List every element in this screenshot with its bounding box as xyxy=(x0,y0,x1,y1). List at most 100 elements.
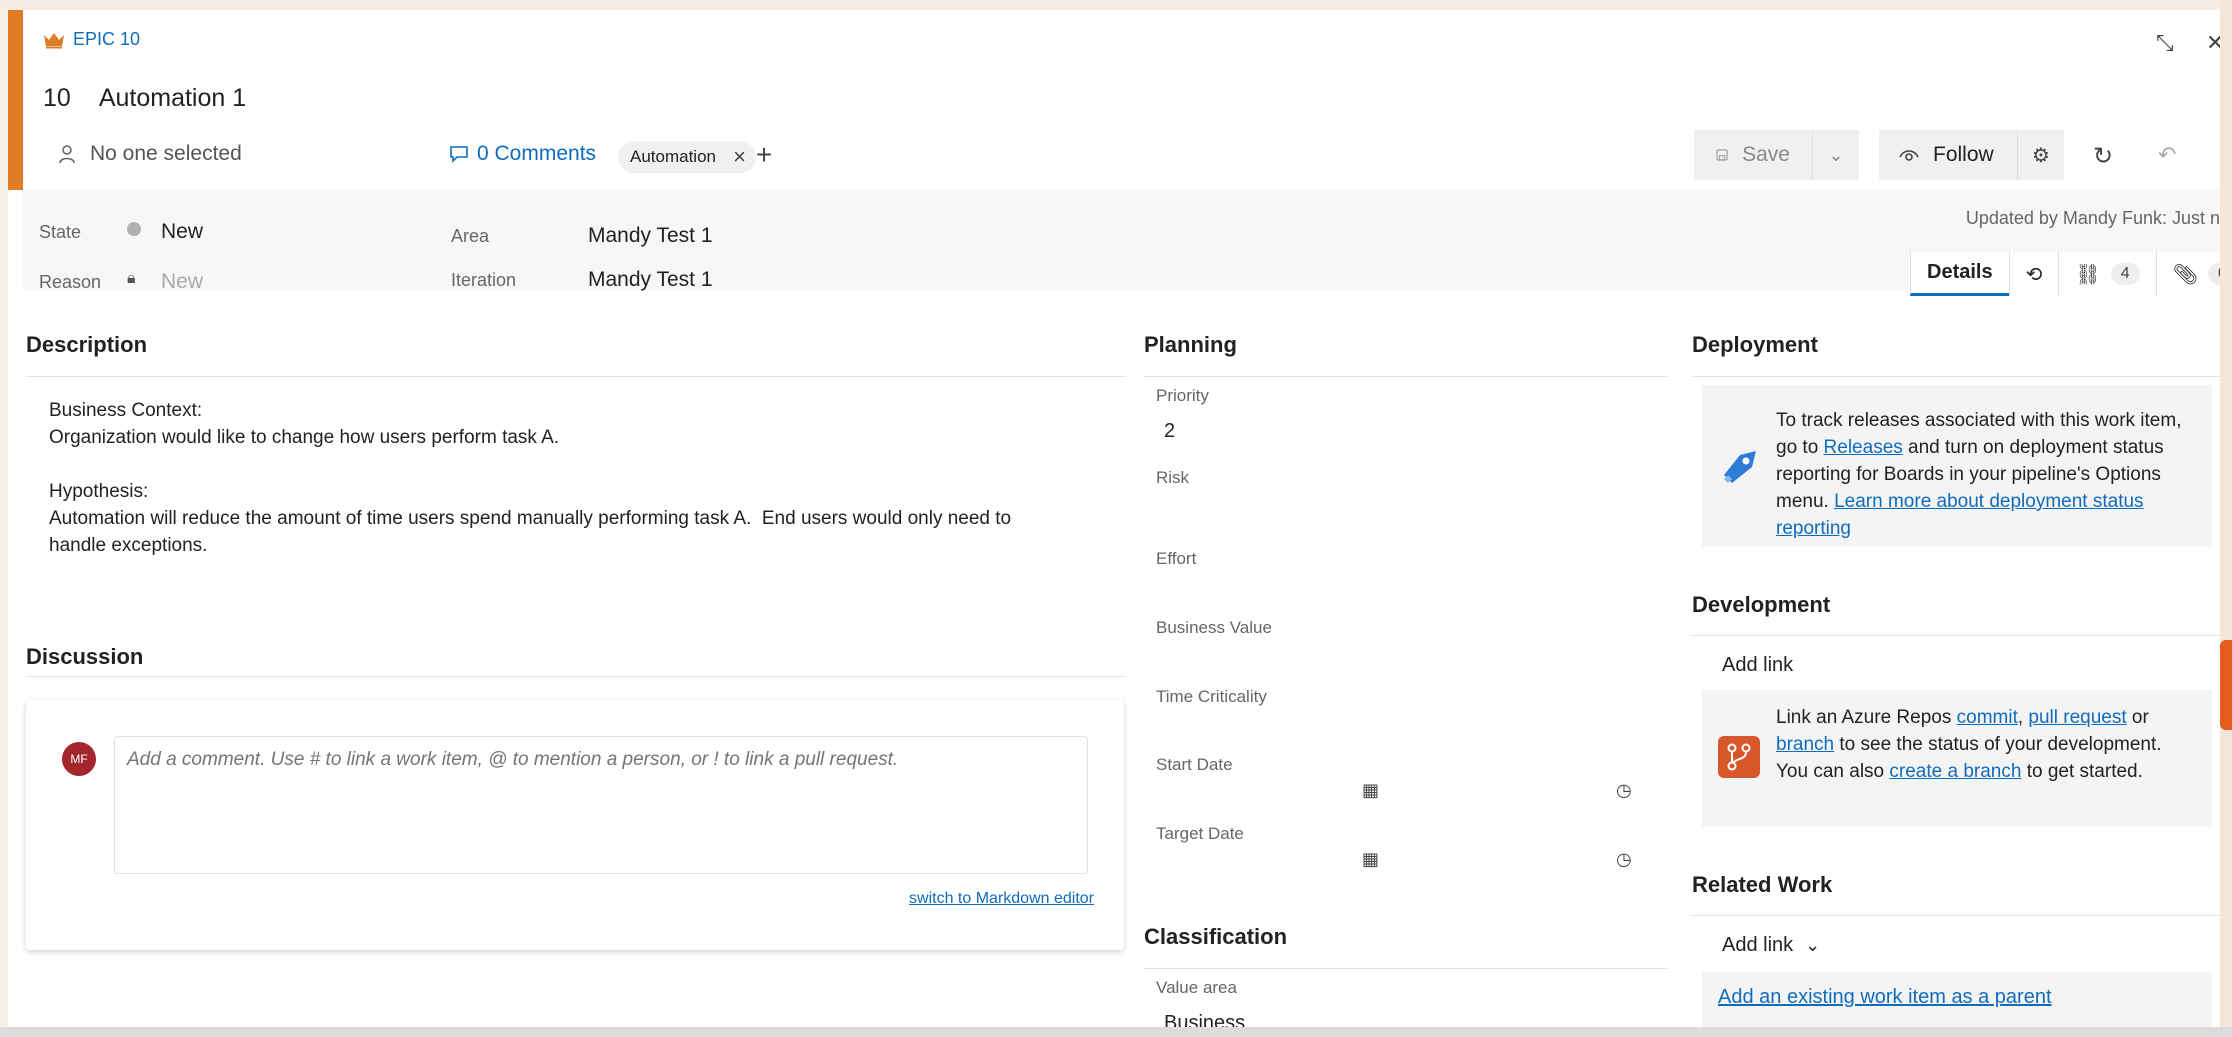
reason-label: Reason xyxy=(39,272,102,292)
save-button[interactable]: Save xyxy=(1694,130,1813,180)
assignee-picker[interactable]: No one selected xyxy=(58,142,242,166)
link-icon: ⛓ xyxy=(2075,263,2101,286)
commit-link[interactable]: commit xyxy=(1957,707,2018,728)
gear-icon[interactable]: ⚙ xyxy=(2018,143,2064,168)
development-text-part: , xyxy=(2017,707,2029,728)
development-text-part: to get started. xyxy=(2021,761,2143,782)
tab-attachments[interactable]: 📎︎ 0 xyxy=(2155,252,2220,296)
tab-strip: Details ⟲ ⛓ 4 📎︎ 0 xyxy=(1910,252,2220,296)
development-title: Development xyxy=(1692,592,1831,617)
branch-icon xyxy=(1727,743,1751,771)
save-options-chevron-icon[interactable]: ⌄ xyxy=(1813,145,1859,166)
tag-label: Automation xyxy=(630,147,716,166)
discussion-title: Discussion xyxy=(26,644,144,669)
comment-card: MF switch to Markdown editor xyxy=(26,700,1124,950)
undo-icon[interactable]: ↶ xyxy=(2158,142,2176,168)
clock-icon[interactable]: ◷ xyxy=(1616,849,1632,870)
branch-link[interactable]: branch xyxy=(1776,734,1834,755)
work-item-type: EPIC 10 xyxy=(43,29,140,50)
chevron-down-icon: ⌄ xyxy=(1805,935,1821,955)
save-label: Save xyxy=(1742,143,1790,166)
planning-divider xyxy=(1144,376,1668,377)
development-add-link-button[interactable]: Add link xyxy=(1722,654,1793,677)
development-text-part: Link an Azure Repos xyxy=(1776,707,1957,728)
iteration-field[interactable]: Mandy Test 1 xyxy=(588,268,713,292)
epic-label[interactable]: EPIC 10 xyxy=(73,29,140,50)
development-info-box: Link an Azure Repos commit, pull request… xyxy=(1702,690,2212,827)
state-indicator xyxy=(127,222,141,236)
state-dropdown[interactable]: New xyxy=(161,220,203,244)
crown-icon xyxy=(44,32,64,48)
comment-icon xyxy=(450,146,468,163)
refresh-icon[interactable]: ↻ xyxy=(2093,142,2113,171)
related-work-title: Related Work xyxy=(1692,872,1833,897)
development-text: Link an Azure Repos commit, pull request… xyxy=(1776,704,2196,785)
work-item-id: 10 xyxy=(43,84,71,112)
calendar-icon[interactable]: ▦ xyxy=(1362,780,1379,801)
title-row: 10 Automation 1 xyxy=(43,84,246,113)
tab-details-label: Details xyxy=(1927,261,1993,283)
comments-link[interactable]: 0 Comments xyxy=(449,142,596,166)
parent-link-box: Add an existing work item as a parent xyxy=(1702,972,2212,1027)
clock-icon[interactable]: ◷ xyxy=(1616,780,1632,801)
lock-icon: 🔒︎ xyxy=(127,270,136,287)
description-title: Description xyxy=(26,332,148,357)
save-icon xyxy=(1716,149,1728,161)
close-dialog-icon[interactable]: ✕ xyxy=(2206,30,2220,56)
epic-color-bar xyxy=(8,10,23,190)
value-area-field[interactable]: Business xyxy=(1164,1012,1245,1027)
description-editor[interactable]: Business Context: Organization would lik… xyxy=(49,397,1109,559)
reason-value: New xyxy=(161,270,204,293)
priority-label: Priority xyxy=(1156,386,1209,405)
deployment-divider xyxy=(1692,376,2220,377)
create-branch-link[interactable]: create a branch xyxy=(1889,761,2021,782)
tag-chip[interactable]: Automation × xyxy=(618,141,756,173)
attachments-count: 0 xyxy=(2208,263,2220,285)
add-tag-button[interactable]: + xyxy=(749,141,779,171)
core-fields: State New Reason 🔒︎ New Area Mandy Test … xyxy=(23,190,2220,293)
updated-by-text[interactable]: Updated by Mandy Funk: Just n xyxy=(1966,208,2220,229)
deployment-info-box: To track releases associated with this w… xyxy=(1702,385,2212,547)
related-work-divider xyxy=(1692,915,2220,916)
area-label: Area xyxy=(451,226,490,246)
close-icon[interactable]: × xyxy=(733,141,746,173)
bottom-scrollbar[interactable] xyxy=(0,1027,2232,1037)
markdown-editor-link[interactable]: switch to Markdown editor xyxy=(909,890,1094,908)
work-item-dialog: EPIC 10 10 Automation 1 No one selected … xyxy=(8,10,2220,1027)
classification-title: Classification xyxy=(1144,924,1288,949)
add-parent-link[interactable]: Add an existing work item as a parent xyxy=(1718,986,2052,1009)
deployment-title: Deployment xyxy=(1692,332,1818,357)
description-divider xyxy=(26,376,1126,377)
iteration-label: Iteration xyxy=(451,270,517,290)
deployment-text: To track releases associated with this w… xyxy=(1776,407,2196,542)
business-value-label: Business Value xyxy=(1156,618,1272,637)
related-add-link-button[interactable]: Add link ⌄ xyxy=(1722,934,1820,957)
work-item-title[interactable]: Automation 1 xyxy=(99,84,246,113)
area-field[interactable]: Mandy Test 1 xyxy=(588,224,713,248)
eye-icon xyxy=(1899,150,1919,161)
tab-links[interactable]: ⛓ 4 xyxy=(2058,252,2156,296)
history-icon: ⟲ xyxy=(2025,263,2043,286)
paperclip-icon: 📎︎ xyxy=(2172,263,2199,286)
collapse-icon[interactable]: ⤡ xyxy=(2156,30,2182,56)
risk-label: Risk xyxy=(1156,468,1190,487)
classification-divider xyxy=(1144,968,1668,969)
links-count: 4 xyxy=(2110,263,2140,285)
save-button-group: Save ⌄ xyxy=(1694,130,1859,180)
releases-link[interactable]: Releases xyxy=(1824,437,1903,458)
target-date-label: Target Date xyxy=(1156,824,1244,843)
tab-details[interactable]: Details xyxy=(1910,252,2009,296)
repos-icon xyxy=(1718,736,1760,778)
tab-history[interactable]: ⟲ xyxy=(2008,252,2059,296)
value-area-label: Value area xyxy=(1156,978,1237,997)
pipeline-icon xyxy=(1724,451,1756,483)
assignee-label: No one selected xyxy=(90,142,242,165)
background-top xyxy=(0,0,2232,10)
calendar-icon[interactable]: ▦ xyxy=(1362,849,1379,870)
comment-input[interactable] xyxy=(114,736,1088,874)
background-right xyxy=(2220,0,2232,1037)
priority-field[interactable]: 2 xyxy=(1164,420,1175,443)
pull-request-link[interactable]: pull request xyxy=(2028,707,2126,728)
related-add-link-label: Add link xyxy=(1722,934,1794,956)
follow-button[interactable]: Follow xyxy=(1879,130,2018,180)
